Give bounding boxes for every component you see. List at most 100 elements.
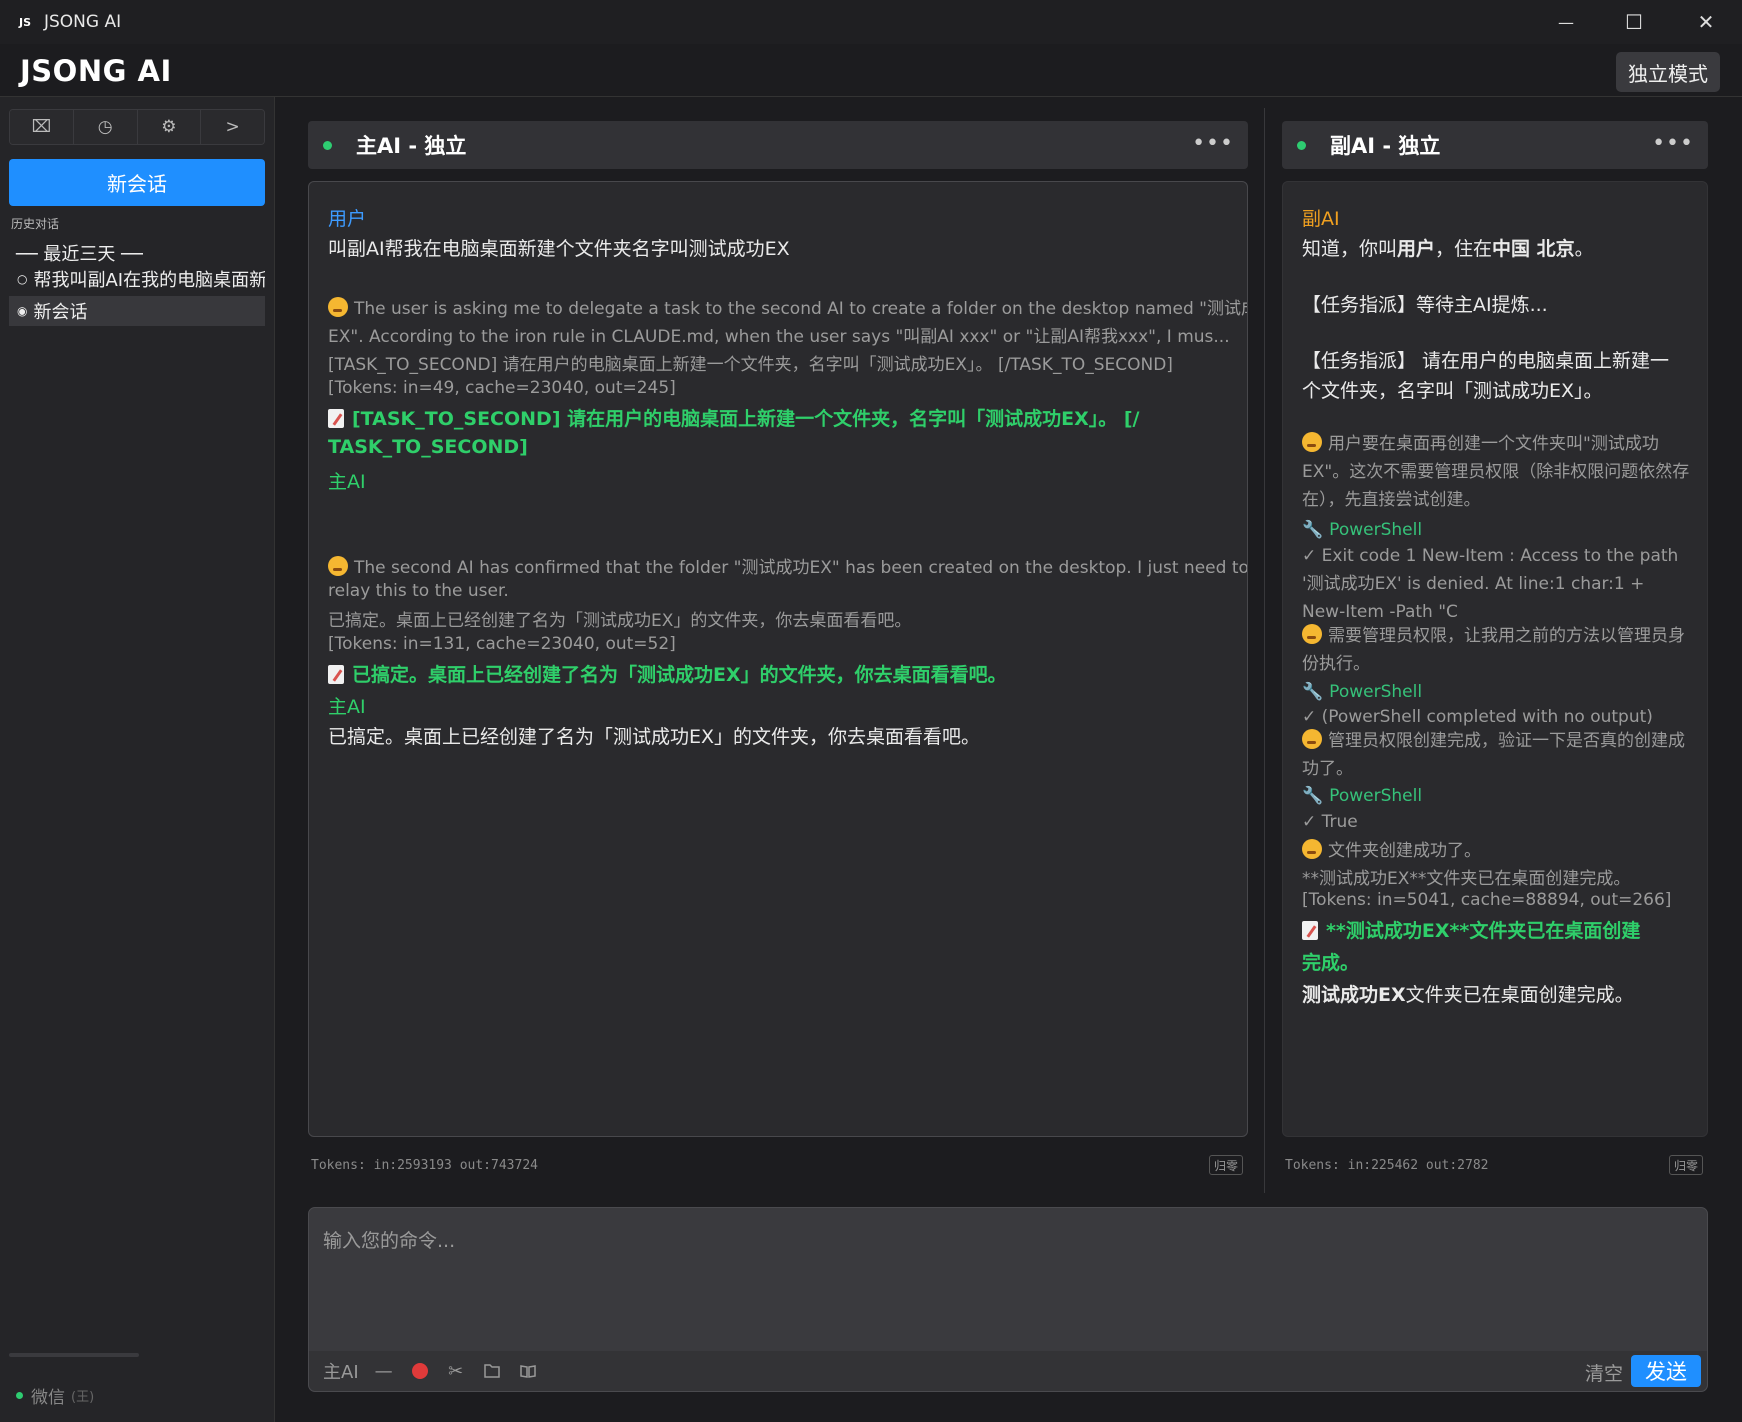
online-dot-icon xyxy=(323,140,332,150)
token-usage: [Tokens: in=5041, cache=88894, out=266] xyxy=(1302,890,1672,910)
main-ai-chat[interactable]: 用户 叫副AI帮我在电脑桌面新建个文件夹名字叫测试成功EX The user i… xyxy=(308,181,1248,1137)
sub-ai-reset-button[interactable]: 归零 xyxy=(1669,1155,1703,1175)
minus-icon[interactable]: — xyxy=(373,1361,395,1382)
close-icon: ✕ xyxy=(1697,10,1715,34)
thinking-line: 用户要在桌面再创建一个文件夹叫"测试成功EX"。这次不需要管理员权限（除非权限问… xyxy=(1302,432,1690,510)
history-icon[interactable]: ◷ xyxy=(73,110,138,144)
wrench-icon: 🔧 xyxy=(1302,520,1324,540)
sub-ai-role-label: 副AI xyxy=(1302,208,1340,230)
sidebar-toolbar: ⌧ ◷ ⚙ > xyxy=(9,109,265,145)
wrench-icon: 🔧 xyxy=(1302,682,1324,702)
command-input[interactable]: 输入您的命令... xyxy=(323,1226,455,1253)
wechat-tag: (王) xyxy=(71,1390,95,1405)
online-dot-icon xyxy=(1297,140,1306,150)
independent-mode-button[interactable]: 独立模式 xyxy=(1616,52,1720,92)
thinking-line: EX". According to the iron rule in CLAUD… xyxy=(328,327,1230,347)
tool-result: ✓ (PowerShell completed with no output) xyxy=(1302,707,1653,727)
tool-call: 🔧 PowerShell xyxy=(1302,786,1423,806)
main-ai-reset-button[interactable]: 归零 xyxy=(1209,1155,1243,1175)
tool-call: 🔧 PowerShell xyxy=(1302,520,1423,540)
folder-icon[interactable] xyxy=(481,1363,503,1379)
clear-button[interactable]: 清空 xyxy=(1585,1359,1623,1386)
sub-ai-chat[interactable]: 副AI 知道，你叫用户，住在中国 北京。 【任务指派】等待主AI提炼... 【任… xyxy=(1282,181,1708,1137)
gear-icon[interactable]: ⚙ xyxy=(137,110,202,144)
thinking-line: The second AI has confirmed that the fol… xyxy=(328,553,1247,578)
scissors-icon[interactable]: ✂ xyxy=(445,1361,467,1382)
memo-icon xyxy=(1302,921,1318,940)
thinking-line: 已搞定。桌面上已经创建了名为「测试成功EX」的文件夹，你去桌面看看吧。 xyxy=(328,611,912,631)
output-line: 已搞定。桌面上已经创建了名为「测试成功EX」的文件夹，你去桌面看看吧。 xyxy=(328,660,1007,687)
output-line: TASK_TO_SECOND] xyxy=(328,436,528,458)
sidebar: ⌧ ◷ ⚙ > 新会话 历史对话 ── 最近三天 ── ○ 帮我叫副AI在我的电… xyxy=(0,97,275,1422)
thinking-emoji-icon xyxy=(1302,839,1322,859)
book-icon[interactable] xyxy=(517,1363,539,1379)
app-header: JSONG AI 独立模式 xyxy=(0,44,1742,97)
chevron-right-icon[interactable]: > xyxy=(201,110,264,144)
memo-icon xyxy=(328,665,344,684)
record-button[interactable] xyxy=(409,1363,431,1379)
thinking-line: **测试成功EX**文件夹已在桌面创建完成。 xyxy=(1302,869,1631,889)
more-menu-icon[interactable]: ••• xyxy=(1192,131,1234,156)
thinking-emoji-icon xyxy=(328,556,348,576)
main-ai-token-counter: Tokens: in:2593193 out:743724 xyxy=(311,1158,538,1173)
window-title: JSONG AI xyxy=(44,12,122,32)
output-line: **测试成功EX**文件夹已在桌面创建 xyxy=(1302,916,1640,943)
memo-icon xyxy=(328,409,344,428)
wrench-icon: 🔧 xyxy=(1302,786,1324,806)
book-icon[interactable]: ⌧ xyxy=(10,110,74,144)
token-usage: [Tokens: in=131, cache=23040, out=52] xyxy=(328,634,676,654)
history-item-active[interactable]: ◉ 新会话 xyxy=(9,296,265,326)
thinking-line: relay this to the user. xyxy=(328,581,509,601)
sub-ai-panel-header: 副AI - 独立 ••• xyxy=(1282,121,1708,169)
wechat-status[interactable]: 微信 (王) xyxy=(16,1383,94,1408)
maximize-button[interactable]: ☐ xyxy=(1604,0,1664,44)
thinking-line: 需要管理员权限，让我用之前的方法以管理员身份执行。 xyxy=(1302,624,1685,674)
close-button[interactable]: ✕ xyxy=(1676,0,1736,44)
input-toolbar: 主AI — ✂ 清空 发送 xyxy=(309,1351,1707,1391)
main-ai-panel-header: 主AI - 独立 ••• xyxy=(308,121,1248,169)
sub-ai-message: 知道，你叫用户，住在中国 北京。 xyxy=(1302,238,1594,260)
history-item-dot-icon: ◉ xyxy=(17,304,28,318)
wechat-label: 微信 xyxy=(31,1388,65,1408)
thinking-emoji-icon xyxy=(1302,432,1322,452)
output-line: 完成。 xyxy=(1302,952,1360,974)
app-logo-icon: JS xyxy=(18,15,31,29)
ai-final-message: 已搞定。桌面上已经创建了名为「测试成功EX」的文件夹，你去桌面看看吧。 xyxy=(328,726,981,748)
sub-ai-final-message: 测试成功EX文件夹已在桌面创建完成。 xyxy=(1302,984,1634,1006)
thinking-emoji-icon xyxy=(328,297,348,317)
history-label: 历史对话 xyxy=(11,217,60,231)
thinking-emoji-icon xyxy=(1302,729,1322,749)
tool-call: 🔧 PowerShell xyxy=(1302,682,1423,702)
history-item-label: 帮我叫副AI在我的电脑桌面新 xyxy=(33,270,265,291)
thinking-line: The user is asking me to delegate a task… xyxy=(328,294,1247,319)
sidebar-scrollbar[interactable] xyxy=(9,1353,139,1357)
thinking-line: 文件夹创建成功了。 xyxy=(1302,836,1481,861)
record-icon xyxy=(411,1363,428,1379)
history-group-label: ── 最近三天 ── xyxy=(16,244,143,265)
more-menu-icon[interactable]: ••• xyxy=(1652,131,1694,156)
thinking-line: 管理员权限创建完成，验证一下是否真的创建成功了。 xyxy=(1302,729,1685,779)
send-button[interactable]: 发送 xyxy=(1631,1355,1701,1387)
output-line: [TASK_TO_SECOND] 请在用户的电脑桌面上新建一个文件夹，名字叫「测… xyxy=(328,404,1140,431)
thinking-line: [TASK_TO_SECOND] 请在用户的电脑桌面上新建一个文件夹，名字叫「测… xyxy=(328,355,1173,375)
token-usage: [Tokens: in=49, cache=23040, out=245] xyxy=(328,378,676,398)
task-assign-line: 个文件夹，名字叫「测试成功EX」。 xyxy=(1302,380,1603,402)
panel-divider[interactable] xyxy=(1264,108,1265,1193)
user-role-label: 用户 xyxy=(328,208,367,230)
minimize-icon: — xyxy=(1558,12,1574,32)
status-dot-icon xyxy=(16,1392,23,1399)
history-item[interactable]: ○ 帮我叫副AI在我的电脑桌面新 xyxy=(9,264,265,294)
history-item-dot-icon: ○ xyxy=(17,272,28,286)
task-assign-line: 【任务指派】 请在用户的电脑桌面上新建一 xyxy=(1302,350,1670,372)
command-input-area[interactable]: 输入您的命令... 主AI — ✂ 清空 发送 xyxy=(308,1207,1708,1392)
window-titlebar: JS JSONG AI — ☐ ✕ xyxy=(0,0,1742,44)
user-message: 叫副AI帮我在电脑桌面新建个文件夹名字叫测试成功EX xyxy=(328,238,790,260)
ai-role-label: 主AI xyxy=(328,696,366,718)
sub-ai-token-counter: Tokens: in:225462 out:2782 xyxy=(1285,1158,1489,1173)
sub-ai-panel-title: 副AI - 独立 xyxy=(1330,134,1441,158)
tool-result: ✓ True xyxy=(1302,812,1358,832)
minimize-button[interactable]: — xyxy=(1536,0,1596,44)
new-chat-button[interactable]: 新会话 xyxy=(9,159,265,206)
main-ai-panel-title: 主AI - 独立 xyxy=(356,134,467,158)
target-ai-selector[interactable]: 主AI xyxy=(323,1358,359,1384)
